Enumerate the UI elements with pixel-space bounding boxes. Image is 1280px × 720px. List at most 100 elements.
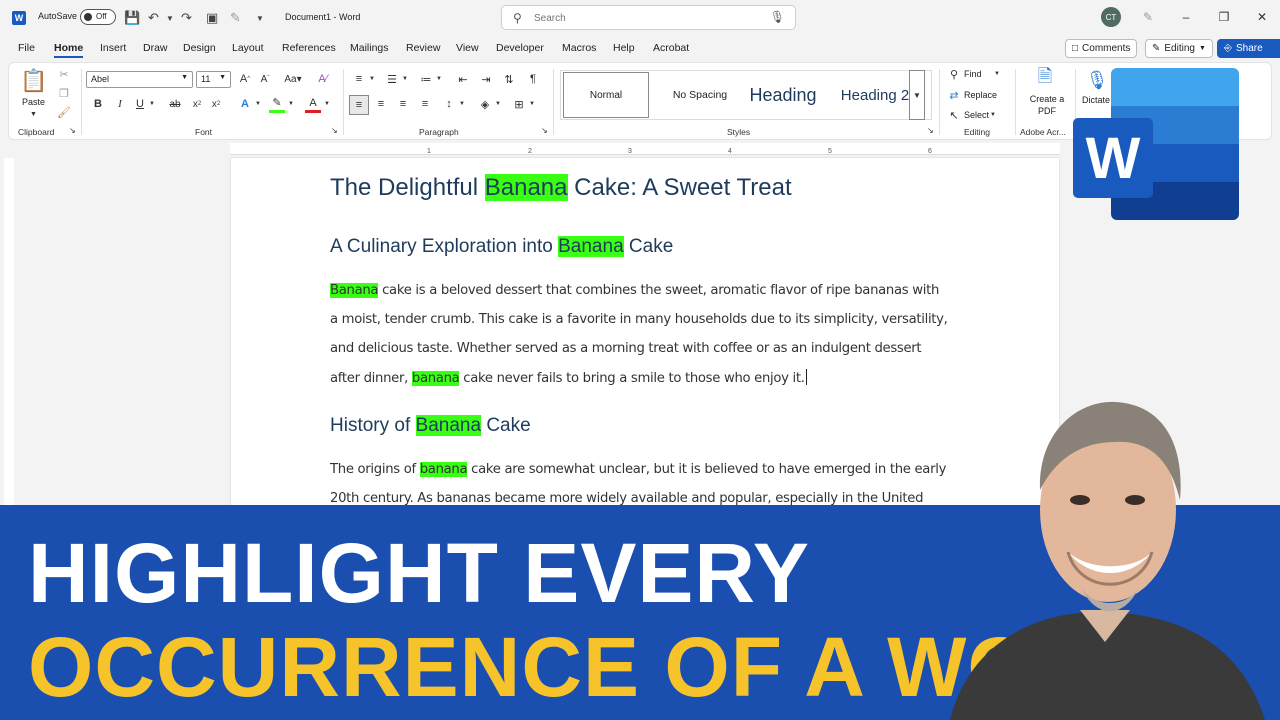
bullets-dropdown-icon[interactable]: ▼ bbox=[368, 71, 376, 87]
restore-button[interactable]: ❐ bbox=[1214, 8, 1234, 26]
copy-icon[interactable]: ❐ bbox=[57, 86, 71, 100]
tab-home[interactable]: Home bbox=[54, 42, 84, 58]
horizontal-ruler[interactable]: 1 2 3 4 5 6 bbox=[230, 143, 1060, 155]
borders-icon[interactable]: ⊞ bbox=[511, 96, 527, 112]
bullets-icon[interactable]: ≡ bbox=[351, 71, 367, 87]
tab-draw[interactable]: Draw bbox=[143, 42, 168, 54]
font-color-dropdown-icon[interactable]: ▼ bbox=[323, 96, 331, 112]
tab-references[interactable]: References bbox=[282, 42, 336, 54]
select-dropdown-icon[interactable]: ▼ bbox=[989, 108, 997, 122]
tab-design[interactable]: Design bbox=[183, 42, 216, 54]
tab-insert[interactable]: Insert bbox=[100, 42, 126, 54]
style-heading-2[interactable]: Heading 2 bbox=[833, 72, 917, 118]
shrink-font-icon[interactable]: Aˇ bbox=[257, 71, 273, 87]
multilevel-list-icon[interactable]: ≔ bbox=[418, 71, 434, 87]
subscript-icon[interactable]: x2 bbox=[190, 96, 204, 112]
highlighted-word: banana bbox=[419, 462, 468, 477]
tab-layout[interactable]: Layout bbox=[232, 42, 264, 54]
redo-icon[interactable]: ↷ bbox=[181, 9, 192, 27]
font-size-select[interactable]: 11 ▼ bbox=[196, 71, 231, 88]
line-spacing-icon[interactable]: ↕ bbox=[441, 96, 457, 112]
tab-file[interactable]: File bbox=[18, 42, 35, 54]
decrease-indent-icon[interactable]: ⇤ bbox=[455, 71, 471, 87]
tab-help[interactable]: Help bbox=[613, 42, 635, 54]
select-label[interactable]: Select bbox=[964, 110, 989, 120]
clipboard-launcher-icon[interactable]: ↘ bbox=[69, 126, 76, 135]
undo-dropdown-icon[interactable]: ▼ bbox=[166, 9, 174, 27]
superscript-icon[interactable]: x2 bbox=[209, 96, 223, 112]
italic-icon[interactable]: I bbox=[113, 96, 127, 112]
editing-mode-button[interactable]: ✎ Editing ▼ bbox=[1145, 39, 1213, 58]
shading-icon[interactable]: ◈ bbox=[477, 96, 493, 112]
find-dropdown-icon[interactable]: ▼ bbox=[993, 67, 1001, 81]
font-color-icon[interactable]: A bbox=[305, 95, 321, 113]
cut-icon[interactable]: ✂ bbox=[57, 67, 71, 81]
paste-dropdown-icon[interactable]: ▼ bbox=[30, 111, 37, 118]
underline-dropdown-icon[interactable]: ▼ bbox=[148, 96, 156, 112]
replace-icon[interactable]: ⇄ bbox=[947, 88, 961, 102]
multilevel-dropdown-icon[interactable]: ▼ bbox=[435, 71, 443, 87]
strikethrough-icon[interactable]: ab bbox=[167, 96, 183, 112]
microphone-icon[interactable]: 🎙 bbox=[770, 10, 785, 24]
align-right-icon[interactable]: ≡ bbox=[395, 96, 411, 112]
tab-developer[interactable]: Developer bbox=[496, 42, 544, 54]
search-input[interactable] bbox=[534, 11, 764, 25]
line-spacing-dropdown-icon[interactable]: ▼ bbox=[458, 96, 466, 112]
create-pdf-label[interactable]: Create a PDF bbox=[1027, 93, 1067, 117]
increase-indent-icon[interactable]: ⇥ bbox=[478, 71, 494, 87]
font-launcher-icon[interactable]: ↘ bbox=[331, 126, 338, 135]
justify-icon[interactable]: ≡ bbox=[417, 96, 433, 112]
close-button[interactable]: ✕ bbox=[1252, 8, 1272, 26]
highlight-color-icon[interactable]: ✎ bbox=[269, 95, 285, 113]
paste-icon[interactable]: 📋 bbox=[20, 67, 47, 95]
find-label[interactable]: Find bbox=[964, 69, 982, 79]
style-normal[interactable]: Normal bbox=[563, 72, 649, 118]
show-formatting-icon[interactable]: ¶ bbox=[525, 71, 541, 87]
format-painter-icon[interactable]: 🖌 bbox=[57, 105, 71, 119]
numbering-icon[interactable]: ☰ bbox=[384, 71, 400, 87]
present-icon[interactable]: ▣ bbox=[206, 9, 218, 27]
styles-launcher-icon[interactable]: ↘ bbox=[927, 126, 934, 135]
style-heading[interactable]: Heading bbox=[737, 72, 829, 118]
grow-font-icon[interactable]: A ^ bbox=[237, 71, 253, 87]
search-box[interactable]: ⚲ 🎙 bbox=[501, 5, 796, 30]
style-no-spacing[interactable]: No Spacing bbox=[655, 72, 745, 118]
change-case-icon[interactable]: Aa▾ bbox=[281, 71, 305, 87]
avatar[interactable]: CT bbox=[1101, 7, 1121, 27]
bold-icon[interactable]: B bbox=[91, 96, 105, 112]
highlight-dropdown-icon[interactable]: ▼ bbox=[287, 96, 295, 112]
shading-dropdown-icon[interactable]: ▼ bbox=[494, 96, 502, 112]
tab-acrobat[interactable]: Acrobat bbox=[653, 42, 689, 54]
autosave-toggle[interactable]: Off bbox=[80, 9, 116, 25]
text-effects-icon[interactable]: A bbox=[237, 95, 253, 113]
share-button[interactable]: ⎆ Share bbox=[1217, 39, 1280, 58]
customize-qat-icon[interactable]: ▼ bbox=[256, 9, 264, 27]
find-icon[interactable]: ⚲ bbox=[947, 67, 961, 81]
font-name-select[interactable]: Abel ▼ bbox=[86, 71, 193, 88]
borders-dropdown-icon[interactable]: ▼ bbox=[528, 96, 536, 112]
select-icon[interactable]: ↖ bbox=[947, 108, 961, 122]
clear-formatting-icon[interactable]: A∕ bbox=[315, 71, 331, 87]
undo-icon[interactable]: ↶ bbox=[148, 9, 159, 27]
tab-review[interactable]: Review bbox=[406, 42, 440, 54]
tab-view[interactable]: View bbox=[456, 42, 479, 54]
comments-button[interactable]: □ Comments bbox=[1065, 39, 1138, 58]
pen-icon[interactable]: ✎ bbox=[1138, 8, 1158, 26]
draw-icon[interactable]: ✎ bbox=[230, 9, 241, 27]
paragraph-launcher-icon[interactable]: ↘ bbox=[541, 126, 548, 135]
sort-icon[interactable]: ⇅ bbox=[501, 71, 517, 87]
styles-more-icon[interactable]: ▼ bbox=[909, 70, 925, 120]
save-icon[interactable]: 💾 bbox=[124, 9, 140, 27]
underline-icon[interactable]: U bbox=[133, 96, 147, 112]
tab-mailings[interactable]: Mailings bbox=[350, 42, 389, 54]
autosave-label: AutoSave bbox=[38, 11, 78, 21]
replace-label[interactable]: Replace bbox=[964, 90, 997, 100]
text-effects-dropdown-icon[interactable]: ▼ bbox=[254, 96, 262, 112]
paste-label[interactable]: Paste bbox=[22, 97, 45, 107]
align-left-icon[interactable]: ≡ bbox=[349, 95, 369, 115]
create-pdf-icon[interactable]: 🗎 bbox=[1033, 66, 1057, 91]
numbering-dropdown-icon[interactable]: ▼ bbox=[401, 71, 409, 87]
align-center-icon[interactable]: ≡ bbox=[373, 96, 389, 112]
minimize-button[interactable]: – bbox=[1176, 8, 1196, 26]
tab-macros[interactable]: Macros bbox=[562, 42, 596, 54]
